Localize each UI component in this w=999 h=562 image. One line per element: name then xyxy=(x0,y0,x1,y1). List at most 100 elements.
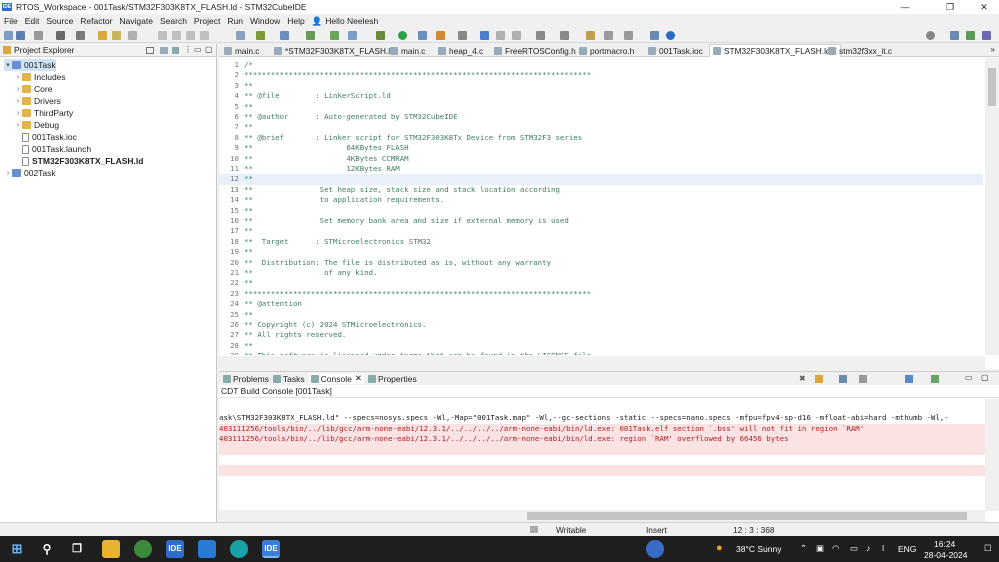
code-line[interactable]: 4 ** @file : LinkerScript.ld xyxy=(219,91,983,101)
taskbar-search-icon[interactable]: ⚲ xyxy=(38,540,56,558)
tab-tasks[interactable]: Tasks xyxy=(272,374,305,384)
close-console-icon[interactable]: ✕ xyxy=(355,373,362,384)
code-line[interactable]: 20 ** Distribution: The file is distribut… xyxy=(219,258,983,268)
code-line[interactable]: 7 ** xyxy=(219,122,983,132)
menu-source[interactable]: Source xyxy=(46,16,73,26)
menu-navigate[interactable]: Navigate xyxy=(119,16,153,26)
clock-date[interactable]: 28-04-2024 xyxy=(924,550,967,560)
console-horizontal-scrollbar[interactable] xyxy=(219,510,985,522)
expand-arrow-icon[interactable]: › xyxy=(14,122,22,129)
code-line[interactable]: 12 ** xyxy=(219,174,983,185)
code-line[interactable]: 26 ** Copyright (c) 2024 STMicroelectroni… xyxy=(219,320,983,330)
coverage-icon[interactable] xyxy=(306,31,315,40)
external-tools-icon[interactable] xyxy=(280,31,289,40)
code-line[interactable]: 11 ** 12KBytes RAM xyxy=(219,164,983,174)
tree-item[interactable]: › 002Task xyxy=(4,167,56,179)
view-menu-icon[interactable]: ⋮ xyxy=(184,45,192,54)
expand-arrow-icon[interactable]: › xyxy=(14,98,22,105)
code-line[interactable]: 10 ** 4KBytes CCMRAM xyxy=(219,154,983,164)
search-icon[interactable] xyxy=(926,31,935,40)
console-vertical-scrollbar[interactable] xyxy=(985,399,999,511)
console-scroll-lock-icon[interactable] xyxy=(815,375,823,383)
menu-refactor[interactable]: Refactor xyxy=(80,16,112,26)
code-line[interactable]: 24 ** @attention xyxy=(219,299,983,309)
back-icon[interactable] xyxy=(604,31,613,40)
tree-item[interactable]: › Drivers xyxy=(14,95,61,107)
code-view[interactable]: 1/* 2 ************************************… xyxy=(219,58,983,355)
minimize-button[interactable]: — xyxy=(890,0,920,14)
task-view-icon[interactable]: ❐ xyxy=(68,540,86,558)
toolbar-pin-icon[interactable] xyxy=(458,31,467,40)
editor-vertical-scrollbar[interactable] xyxy=(985,58,999,355)
suspend-icon[interactable] xyxy=(186,31,195,40)
console-word-wrap-icon[interactable] xyxy=(859,375,867,383)
code-line[interactable]: 2 ***************************************… xyxy=(219,70,983,80)
editor-tab[interactable]: portmacro.h xyxy=(576,44,637,57)
wifi-icon[interactable]: ◠ xyxy=(832,543,839,554)
help-app-icon[interactable] xyxy=(646,540,664,558)
last-edit-icon[interactable] xyxy=(586,31,595,40)
editor-tab[interactable]: main.c xyxy=(221,44,262,57)
code-line[interactable]: 25 ** xyxy=(219,310,983,320)
new-class-icon[interactable] xyxy=(330,31,339,40)
code-line[interactable]: 18 ** Target : STMicroelectronics STM32 xyxy=(219,237,983,247)
save-icon[interactable] xyxy=(16,31,25,40)
search-toolbar-icon[interactable] xyxy=(128,31,137,40)
new-icon[interactable] xyxy=(4,31,13,40)
console-open-icon[interactable] xyxy=(931,375,939,383)
open-element-icon[interactable] xyxy=(376,31,385,40)
open-perspective-icon[interactable] xyxy=(650,31,659,40)
language-indicator[interactable]: ENG xyxy=(898,544,916,554)
editor-tab[interactable]: *STM32F303K8TX_FLASH.ld xyxy=(271,44,398,57)
menu-run[interactable]: Run xyxy=(227,16,243,26)
open-type-icon[interactable] xyxy=(348,31,357,40)
tree-item[interactable]: STM32F303K8TX_FLASH.ld xyxy=(14,155,143,167)
arduino-icon[interactable] xyxy=(230,540,248,558)
run-icon[interactable] xyxy=(398,31,407,40)
code-line[interactable]: 23 **************************************… xyxy=(219,289,983,299)
debug-run-icon[interactable] xyxy=(418,31,427,40)
weather-text[interactable]: 38°C Sunny xyxy=(736,544,781,554)
code-line[interactable]: 6 ** @author : Auto-generated by STM32Cub… xyxy=(219,112,983,122)
console-minimize-icon[interactable]: ▭ xyxy=(965,373,973,382)
prev-annotation-icon[interactable] xyxy=(560,31,569,40)
tree-item[interactable]: › Core xyxy=(14,83,53,95)
expand-arrow-icon[interactable]: › xyxy=(14,74,22,81)
expand-arrow-icon[interactable]: › xyxy=(14,86,22,93)
resume-icon[interactable] xyxy=(172,31,181,40)
mark-occurrences-icon[interactable] xyxy=(480,31,489,40)
tree-item[interactable]: 001Task.launch xyxy=(14,143,91,155)
minimize-view-icon[interactable]: ▭ xyxy=(194,45,202,54)
editor-tab[interactable]: heap_4.c xyxy=(435,44,486,57)
tree-item[interactable]: › Debug xyxy=(14,119,59,131)
console-display-selected-icon[interactable] xyxy=(905,375,913,383)
hammer-icon[interactable] xyxy=(76,31,85,40)
terminate-icon[interactable] xyxy=(200,31,209,40)
menu-help[interactable]: Help xyxy=(287,16,304,26)
expand-arrow-icon[interactable]: › xyxy=(4,170,12,177)
code-line[interactable]: 29 ** This software is licensed under ter… xyxy=(219,351,983,355)
menu-project[interactable]: Project xyxy=(194,16,220,26)
lock-icon[interactable] xyxy=(98,31,107,40)
tab-overflow-icon[interactable]: » xyxy=(991,45,995,54)
console-maximize-icon[interactable]: ▢ xyxy=(981,373,989,382)
battery-icon[interactable]: ▭ xyxy=(850,543,858,554)
clock-time[interactable]: 16:24 xyxy=(934,539,955,549)
tree-item[interactable]: › Includes xyxy=(14,71,66,83)
tab-problems[interactable]: Problems xyxy=(223,374,269,384)
block-selection-icon[interactable] xyxy=(512,31,521,40)
code-line[interactable]: 15 ** xyxy=(219,206,983,216)
console-scroll-thumb[interactable] xyxy=(527,512,967,520)
menu-window[interactable]: Window xyxy=(250,16,280,26)
code-line[interactable]: 14 ** to application requirements. xyxy=(219,195,983,205)
code-line[interactable]: 5 ** xyxy=(219,102,983,112)
code-line[interactable]: 27 ** All rights reserved. xyxy=(219,330,983,340)
expand-arrow-icon[interactable]: › xyxy=(14,110,22,117)
editor-tab[interactable]: 001Task.ioc xyxy=(645,44,706,57)
editor-tab[interactable]: STM32F303K8TX_FLASH.ld ✕ xyxy=(709,44,842,57)
menu-search[interactable]: Search xyxy=(160,16,187,26)
tray-chevron-icon[interactable]: ⌃ xyxy=(800,543,807,554)
link-editor-icon[interactable] xyxy=(160,47,168,54)
expand-arrow-icon[interactable]: ▾ xyxy=(4,61,12,69)
code-line[interactable]: 19 ** xyxy=(219,247,983,257)
